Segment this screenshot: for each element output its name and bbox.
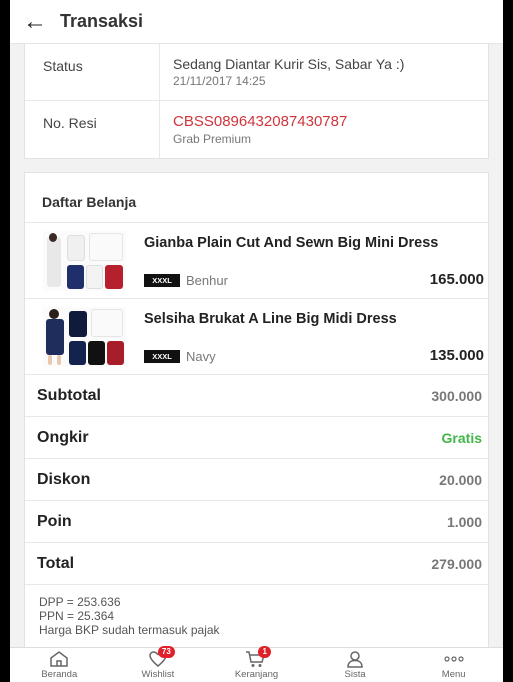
- diskon-row: Diskon 20.000: [25, 459, 488, 501]
- subtotal-label: Subtotal: [37, 386, 101, 404]
- tax-included-note: Harga BKP sudah termasuk pajak: [39, 623, 220, 637]
- nav-label-sista: Sista: [344, 669, 366, 680]
- back-arrow-icon[interactable]: ←: [10, 0, 60, 44]
- nav-keranjang[interactable]: 1 Keranjang: [207, 646, 306, 682]
- shopping-list-title: Daftar Belanja: [25, 173, 488, 223]
- status-value: Sedang Diantar Kurir Sis, Sabar Ya :): [173, 56, 405, 72]
- nav-label-menu: Menu: [441, 669, 466, 680]
- tax-notes: DPP = 253.636 PPN = 25.364 Harga BKP sud…: [39, 595, 220, 637]
- product-name: Selsiha Brukat A Line Big Midi Dress: [144, 311, 397, 327]
- bottom-nav: Beranda 73 Wishlist 1 Keranjang Sista Me…: [10, 646, 503, 682]
- wishlist-badge: 73: [157, 646, 175, 658]
- total-row: Total 279.000: [25, 543, 488, 585]
- product-name: Gianba Plain Cut And Sewn Big Mini Dress: [144, 235, 439, 251]
- total-value: 279.000: [431, 555, 482, 572]
- poin-row: Poin 1.000: [25, 501, 488, 543]
- poin-value: 1.000: [446, 513, 482, 530]
- total-label: Total: [37, 554, 75, 572]
- product-price: 165.000: [429, 271, 484, 288]
- poin-label: Poin: [37, 512, 72, 530]
- more-dots-icon: [444, 656, 464, 662]
- diskon-label: Diskon: [37, 470, 91, 488]
- resi-label: No. Resi: [25, 101, 160, 158]
- status-time: 21/11/2017 14:25: [173, 74, 266, 88]
- product-image: [43, 307, 126, 367]
- status-label: Status: [25, 44, 160, 100]
- dpp-note: DPP = 253.636: [39, 595, 121, 609]
- status-row: Status Sedang Diantar Kurir Sis, Sabar Y…: [25, 44, 488, 101]
- nav-label-wishlist: Wishlist: [141, 669, 175, 680]
- page-title: Transaksi: [60, 11, 144, 31]
- product-variant: Benhur: [186, 273, 228, 288]
- person-icon: [347, 651, 363, 668]
- product-variant: Navy: [186, 349, 216, 364]
- size-badge: XXXL: [144, 350, 180, 363]
- nav-label-beranda: Beranda: [41, 669, 78, 680]
- subtotal-value: 300.000: [431, 387, 482, 404]
- list-item[interactable]: Gianba Plain Cut And Sewn Big Mini Dress…: [25, 223, 488, 299]
- ongkir-value: Gratis: [441, 429, 482, 446]
- transaction-info-card: Status Sedang Diantar Kurir Sis, Sabar Y…: [24, 44, 489, 159]
- nav-menu[interactable]: Menu: [404, 648, 503, 682]
- courier-name: Grab Premium: [173, 132, 252, 146]
- home-icon: [50, 651, 69, 667]
- nav-label-keranjang: Keranjang: [234, 669, 279, 680]
- ppn-note: PPN = 25.364: [39, 609, 115, 623]
- keranjang-badge: 1: [258, 646, 271, 658]
- shopping-list-card: Daftar Belanja Gianba Plain Cut And Sewn…: [24, 172, 489, 648]
- product-image: [43, 231, 126, 291]
- ongkir-label: Ongkir: [37, 428, 89, 446]
- resi-row: No. Resi CBSS0896432087430787 Grab Premi…: [25, 101, 488, 158]
- resi-number[interactable]: CBSS0896432087430787: [173, 113, 347, 130]
- ongkir-row: Ongkir Gratis: [25, 417, 488, 459]
- size-badge: XXXL: [144, 274, 180, 287]
- screen: ← Transaksi Status Sedang Diantar Kurir …: [10, 0, 503, 682]
- nav-wishlist[interactable]: 73 Wishlist: [109, 646, 208, 682]
- product-price: 135.000: [429, 347, 484, 364]
- diskon-value: 20.000: [439, 471, 482, 488]
- list-item[interactable]: Selsiha Brukat A Line Big Midi Dress XXX…: [25, 299, 488, 375]
- top-bar: ← Transaksi: [10, 0, 503, 44]
- nav-beranda[interactable]: Beranda: [10, 648, 109, 682]
- nav-sista[interactable]: Sista: [306, 648, 405, 682]
- subtotal-row: Subtotal 300.000: [25, 375, 488, 417]
